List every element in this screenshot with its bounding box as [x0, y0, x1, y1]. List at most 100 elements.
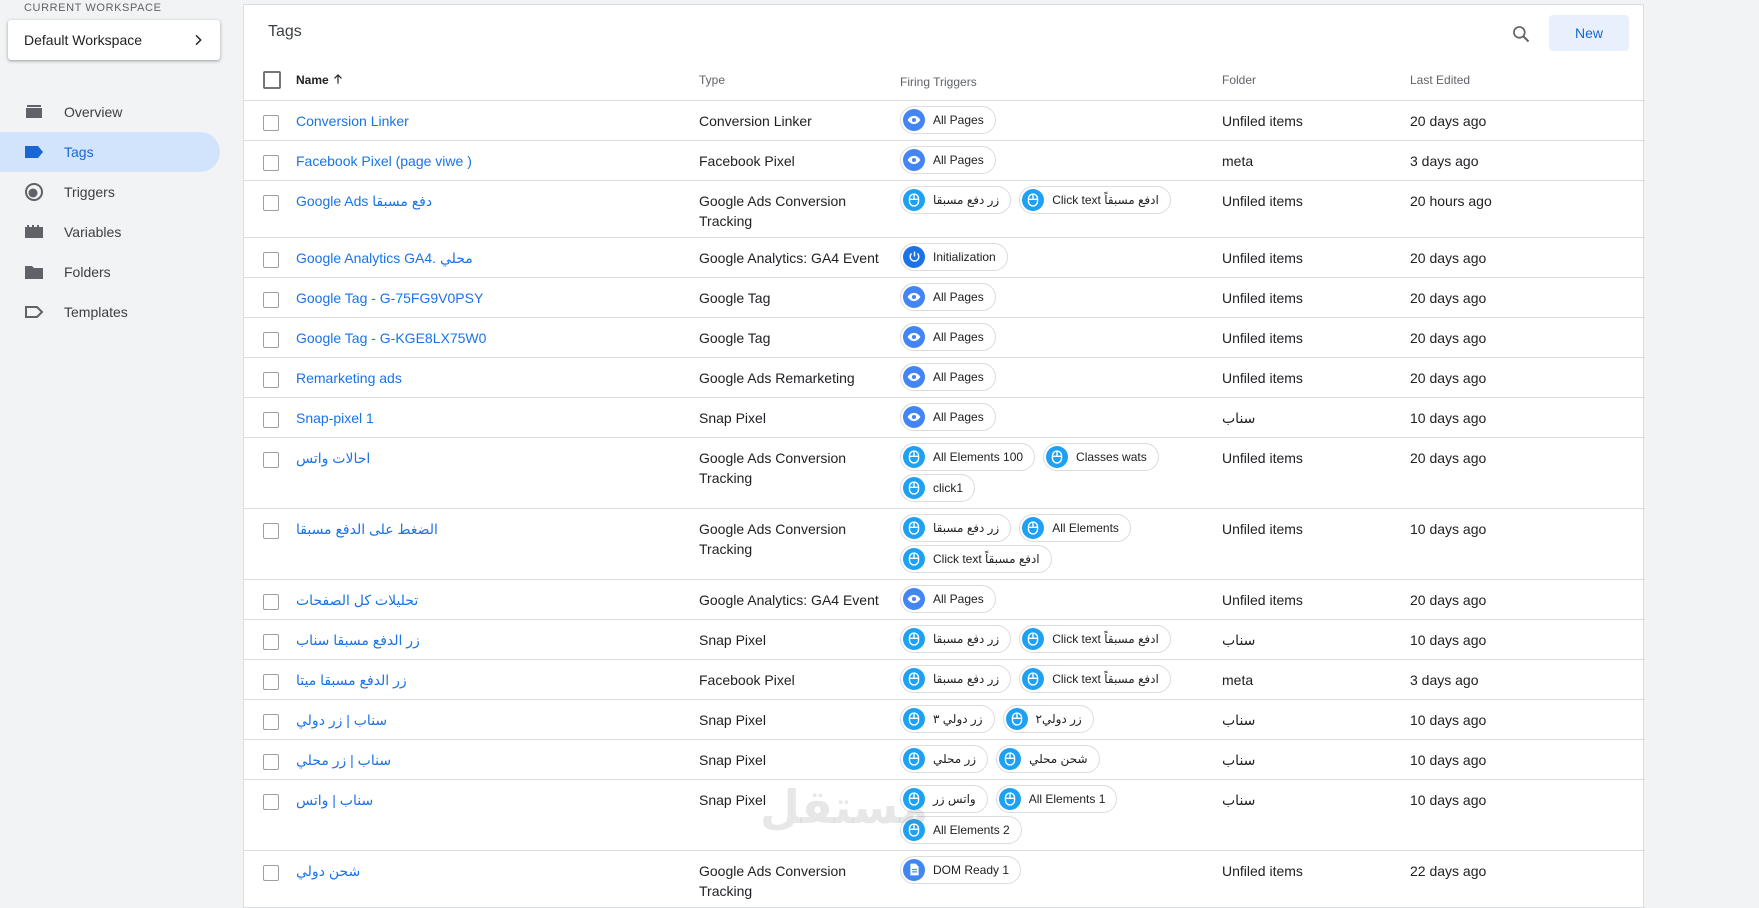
search-button[interactable] — [1508, 21, 1534, 47]
trigger-chip[interactable]: زر دولي ٣ — [900, 704, 995, 733]
row-checkbox[interactable] — [263, 523, 279, 540]
tag-name-link[interactable]: Google Analytics GA4. محلي — [296, 250, 473, 266]
tag-folder: Unfiled items — [1222, 100, 1410, 141]
sidebar-item-triggers[interactable]: Triggers — [0, 172, 220, 212]
firing-triggers-cell: زر دولي ٣ زر دولي٢ — [900, 699, 1222, 740]
trigger-chip-label: Click text ادفع مسبقاً — [1052, 671, 1159, 686]
trigger-chip[interactable]: All Pages — [900, 105, 996, 134]
tag-name-link[interactable]: سناب | زر محلي — [296, 752, 391, 768]
tag-name-link[interactable]: Google Tag - G-KGE8LX75W0 — [296, 330, 486, 346]
row-checkbox[interactable] — [263, 195, 279, 212]
row-checkbox[interactable] — [263, 412, 279, 429]
trigger-chip[interactable]: DOM Ready 1 — [900, 855, 1022, 884]
tag-last-edited: 22 days ago — [1410, 850, 1645, 908]
table-row[interactable]: Conversion Linker Conversion Linker All … — [244, 100, 1645, 141]
trigger-chip[interactable]: زر دفع مسبقا — [900, 185, 1012, 214]
trigger-chip[interactable]: All Pages — [900, 322, 996, 351]
tag-name-link[interactable]: زر الدفع مسبقا سناب — [296, 632, 420, 648]
table-row[interactable]: الضغط على الدفع مسبقا Google Ads Convers… — [244, 508, 1645, 580]
table-row[interactable]: سناب | زر محلي Snap Pixel زر محلي شحن مح… — [244, 739, 1645, 780]
column-header-name[interactable]: Name — [296, 60, 699, 101]
tag-name-link[interactable]: Google Ads دفع مسبقا — [296, 193, 432, 209]
table-row[interactable]: سناب | واتس Snap Pixel واتس زر All Eleme… — [244, 779, 1645, 851]
sidebar-item-folders[interactable]: Folders — [0, 252, 220, 292]
row-checkbox[interactable] — [263, 594, 279, 611]
trigger-chip[interactable]: زر دفع مسبقا — [900, 664, 1012, 693]
row-checkbox[interactable] — [263, 634, 279, 651]
tag-name-link[interactable]: شحن دولي — [296, 863, 360, 879]
row-checkbox[interactable] — [263, 865, 279, 882]
trigger-chip[interactable]: All Pages — [900, 584, 996, 613]
table-row[interactable]: Google Tag - G-KGE8LX75W0 Google Tag All… — [244, 317, 1645, 358]
table-row[interactable]: Remarketing ads Google Ads Remarketing A… — [244, 357, 1645, 398]
row-checkbox[interactable] — [263, 252, 279, 269]
trigger-chip[interactable]: واتس زر — [900, 784, 988, 813]
new-tag-button[interactable]: New — [1549, 15, 1629, 51]
row-checkbox[interactable] — [263, 794, 279, 811]
column-header-type[interactable]: Type — [699, 60, 900, 101]
trigger-chip[interactable]: click1 — [900, 473, 976, 502]
trigger-chip[interactable]: All Pages — [900, 282, 996, 311]
tag-name-link[interactable]: Snap-pixel 1 — [296, 410, 374, 426]
column-header-triggers[interactable]: Firing Triggers — [900, 60, 1222, 101]
table-row[interactable]: شحن دولي Google Ads Conversion Tracking … — [244, 850, 1645, 908]
sidebar-item-templates[interactable]: Templates — [0, 292, 220, 332]
table-row[interactable]: زر الدفع مسبقا سناب Snap Pixel زر دفع مس… — [244, 619, 1645, 660]
tag-name-link[interactable]: سناب | زر دولي — [296, 712, 387, 728]
row-checkbox[interactable] — [263, 452, 279, 469]
row-checkbox[interactable] — [263, 372, 279, 389]
row-checkbox[interactable] — [263, 714, 279, 731]
tag-folder: سناب — [1222, 699, 1410, 740]
column-header-folder[interactable]: Folder — [1222, 60, 1410, 101]
row-checkbox[interactable] — [263, 115, 279, 132]
trigger-chip[interactable]: زر دولي٢ — [1002, 704, 1094, 733]
table-row[interactable]: احالات واتس Google Ads Conversion Tracki… — [244, 437, 1645, 509]
tag-name-link[interactable]: سناب | واتس — [296, 792, 373, 808]
trigger-chip[interactable]: زر محلي — [900, 744, 989, 773]
tag-name-link[interactable]: Google Tag - G-75FG9V0PSY — [296, 290, 483, 306]
trigger-chip[interactable]: All Elements 2 — [900, 815, 1022, 844]
trigger-chip[interactable]: Initialization — [900, 242, 1008, 271]
trigger-chip[interactable]: Click text ادفع مسبقاً — [900, 544, 1052, 573]
sidebar-item-variables[interactable]: Variables — [0, 212, 220, 252]
row-checkbox[interactable] — [263, 674, 279, 691]
row-checkbox[interactable] — [263, 332, 279, 349]
trigger-chip[interactable]: زر دفع مسبقا — [900, 624, 1012, 653]
trigger-chip[interactable]: All Pages — [900, 145, 996, 174]
trigger-chip[interactable]: All Pages — [900, 402, 996, 431]
select-all-checkbox[interactable] — [263, 70, 281, 89]
tag-name-link[interactable]: Conversion Linker — [296, 113, 409, 129]
sidebar-item-tags[interactable]: Tags — [0, 132, 220, 172]
table-row[interactable]: تحليلات كل الصفحات Google Analytics: GA4… — [244, 579, 1645, 620]
table-row[interactable]: زر الدفع مسبقا ميتا Facebook Pixel زر دف… — [244, 659, 1645, 700]
tag-name-link[interactable]: Remarketing ads — [296, 370, 402, 386]
tag-name-link[interactable]: Facebook Pixel (page viwe ) — [296, 153, 472, 169]
column-header-last-edited[interactable]: Last Edited — [1410, 60, 1645, 101]
table-row[interactable]: Facebook Pixel (page viwe ) Facebook Pix… — [244, 140, 1645, 181]
table-row[interactable]: Google Tag - G-75FG9V0PSY Google Tag All… — [244, 277, 1645, 318]
table-row[interactable]: Google Analytics GA4. محلي Google Analyt… — [244, 237, 1645, 278]
trigger-chip[interactable]: Classes wats — [1043, 442, 1159, 471]
trigger-chip[interactable]: All Elements 100 — [900, 442, 1036, 471]
trigger-chip[interactable]: زر دفع مسبقا — [900, 513, 1012, 542]
trigger-chip[interactable]: Click text ادفع مسبقاً — [1019, 664, 1171, 693]
row-checkbox[interactable] — [263, 754, 279, 771]
workspace-selector[interactable]: Default Workspace — [8, 20, 220, 60]
table-row[interactable]: Google Ads دفع مسبقا Google Ads Conversi… — [244, 180, 1645, 238]
row-checkbox[interactable] — [263, 292, 279, 309]
tag-name-link[interactable]: الضغط على الدفع مسبقا — [296, 521, 438, 537]
trigger-chip[interactable]: All Elements 1 — [995, 784, 1118, 813]
trigger-chip[interactable]: شحن محلي — [996, 744, 1100, 773]
tag-name-link[interactable]: تحليلات كل الصفحات — [296, 592, 418, 608]
tag-name-link[interactable]: احالات واتس — [296, 450, 370, 466]
trigger-chip[interactable]: Click text ادفع مسبقاً — [1019, 624, 1171, 653]
trigger-chip[interactable]: All Pages — [900, 362, 996, 391]
sidebar-item-overview[interactable]: Overview — [0, 92, 220, 132]
tag-name-link[interactable]: زر الدفع مسبقا ميتا — [296, 672, 407, 688]
table-row[interactable]: سناب | زر دولي Snap Pixel زر دولي ٣ زر د… — [244, 699, 1645, 740]
trigger-chip[interactable]: All Elements — [1019, 513, 1131, 542]
row-checkbox[interactable] — [263, 155, 279, 172]
tag-type: Facebook Pixel — [699, 659, 900, 700]
trigger-chip[interactable]: Click text ادفع مسبقاً — [1019, 185, 1171, 214]
table-row[interactable]: Snap-pixel 1 Snap Pixel All Pages سناب 1… — [244, 397, 1645, 438]
